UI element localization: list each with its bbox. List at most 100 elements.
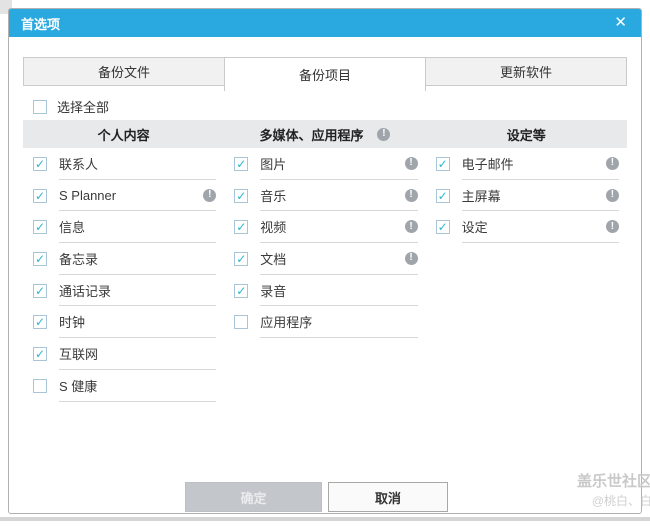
item-body: 时钟 (59, 306, 217, 339)
item-body: 信息 (59, 211, 217, 244)
list-item[interactable]: ✓ 视频! (224, 211, 425, 244)
button-row: 确定 取消 (185, 482, 448, 512)
item-checkbox[interactable]: ✓ (234, 188, 249, 203)
list-item[interactable]: ✓ 音乐! (224, 180, 425, 212)
item-label: 备忘录 (59, 251, 99, 267)
column-header-label: 多媒体、应用程序 (259, 127, 364, 143)
tab-backup-files[interactable]: 备份文件 (23, 57, 225, 86)
list-item[interactable]: ✓ 主屏幕! (426, 180, 627, 212)
list-item[interactable]: ✓ S Planner! (23, 180, 224, 212)
item-label: 设定 (461, 220, 488, 236)
watermark: 盖乐世社区 @桃白、白 (577, 471, 650, 510)
list-item[interactable]: ✓ 图片! (224, 148, 425, 180)
item-label: 电子邮件 (461, 156, 514, 172)
item-checkbox[interactable]: ✓ (234, 283, 249, 298)
select-all-checkbox[interactable] (33, 99, 47, 114)
column-header-label: 设定等 (506, 127, 546, 143)
item-label: 录音 (260, 283, 287, 299)
list-item[interactable]: 应用程序 (224, 306, 425, 339)
info-icon[interactable]: ! (404, 251, 418, 265)
item-body: 备忘录 (59, 243, 217, 275)
item-checkbox[interactable]: ✓ (33, 283, 47, 298)
item-checkbox[interactable] (234, 315, 249, 330)
info-icon[interactable]: ! (605, 156, 619, 170)
item-checkbox[interactable]: ✓ (234, 220, 249, 235)
item-label: S 健康 (59, 378, 98, 394)
item-checkbox[interactable]: ✓ (435, 188, 450, 203)
item-label: S Planner (59, 187, 117, 203)
preferences-dialog: 首选项 ✕ 备份文件 备份项目 更新软件 选择全部 个人内容 多媒体、应用程序! 设定等… (8, 8, 642, 514)
list-item[interactable]: ✓ 设定! (426, 211, 627, 244)
cancel-button[interactable]: 取消 (328, 482, 448, 512)
item-label: 通话记录 (59, 283, 112, 299)
item-label: 文档 (260, 251, 287, 267)
info-icon[interactable]: ! (605, 188, 619, 202)
item-checkbox[interactable]: ✓ (33, 220, 47, 235)
info-icon[interactable]: ! (377, 127, 391, 141)
item-checkbox[interactable]: ✓ (33, 315, 47, 330)
watermark-line2: @桃白、白 (591, 494, 650, 508)
item-label: 视频 (260, 220, 287, 236)
ok-button[interactable]: 确定 (185, 482, 322, 512)
info-icon[interactable]: ! (203, 188, 217, 202)
item-body: 应用程序 (260, 306, 418, 339)
tab-backup-items[interactable]: 备份项目 (224, 57, 426, 91)
dialog-title: 首选项 (21, 16, 61, 32)
list-item[interactable]: ✓ 录音 (224, 275, 425, 307)
item-checkbox[interactable]: ✓ (33, 188, 47, 203)
item-checkbox[interactable]: ✓ (234, 156, 249, 171)
item-label: 联系人 (59, 156, 99, 172)
item-body: 联系人 (59, 148, 217, 180)
list-item[interactable]: ✓ 时钟 (23, 306, 224, 339)
item-checkbox[interactable]: ✓ (234, 251, 249, 266)
tab-update-software[interactable]: 更新软件 (425, 57, 627, 86)
column-multimedia-apps: ✓ 图片! ✓ 音乐! ✓ 视频! ✓ 文档! ✓ 录音应用程序 (224, 148, 425, 402)
item-label: 图片 (260, 156, 287, 172)
info-icon[interactable]: ! (404, 220, 418, 234)
item-body: 电子邮件! (461, 148, 619, 180)
item-checkbox[interactable] (33, 378, 47, 393)
item-checkbox[interactable]: ✓ (33, 346, 47, 361)
column-settings-etc: ✓ 电子邮件! ✓ 主屏幕! ✓ 设定! (426, 148, 627, 402)
info-icon[interactable]: ! (404, 156, 418, 170)
item-body: S 健康 (59, 370, 217, 402)
info-icon[interactable]: ! (605, 220, 619, 234)
list-item[interactable]: ✓ 通话记录 (23, 275, 224, 307)
item-label: 时钟 (59, 315, 86, 331)
column-header-row: 个人内容 多媒体、应用程序! 设定等 (23, 120, 627, 148)
column-header-multimedia-apps: 多媒体、应用程序! (224, 120, 425, 148)
items-grid: ✓ 联系人 ✓ S Planner! ✓ 信息 ✓ 备忘录 ✓ 通话记录 ✓ 时钟 ✓ 互联网 S 健康 ✓ 图… (23, 148, 627, 402)
item-checkbox[interactable]: ✓ (435, 156, 450, 171)
list-item[interactable]: S 健康 (23, 370, 224, 402)
item-label: 应用程序 (260, 315, 313, 331)
tab-bar: 备份文件 备份项目 更新软件 (23, 57, 627, 91)
item-body: 视频! (260, 211, 418, 244)
page-background: 首选项 ✕ 备份文件 备份项目 更新软件 选择全部 个人内容 多媒体、应用程序! 设定等… (0, 0, 650, 531)
column-personal-content: ✓ 联系人 ✓ S Planner! ✓ 信息 ✓ 备忘录 ✓ 通话记录 ✓ 时钟 ✓ 互联网 S 健康 (23, 148, 224, 402)
select-all-row[interactable]: 选择全部 (33, 97, 109, 116)
column-header-settings-etc: 设定等 (426, 120, 627, 148)
item-checkbox[interactable]: ✓ (435, 220, 450, 235)
item-checkbox[interactable]: ✓ (33, 251, 47, 266)
item-body: 主屏幕! (461, 180, 619, 212)
item-body: 文档! (260, 243, 418, 275)
page-bottom-band (0, 517, 650, 521)
column-header-label: 个人内容 (97, 127, 150, 143)
list-item[interactable]: ✓ 信息 (23, 211, 224, 244)
list-item[interactable]: ✓ 联系人 (23, 148, 224, 180)
close-icon[interactable]: ✕ (614, 9, 641, 37)
column-header-personal-content: 个人内容 (23, 120, 224, 148)
list-item[interactable]: ✓ 文档! (224, 243, 425, 275)
list-item[interactable]: ✓ 备忘录 (23, 243, 224, 275)
list-item[interactable]: ✓ 互联网 (23, 338, 224, 370)
item-body: 互联网 (59, 338, 217, 370)
item-body: 通话记录 (59, 275, 217, 307)
list-item[interactable]: ✓ 电子邮件! (426, 148, 627, 180)
item-body: 图片! (260, 148, 418, 180)
select-all-label: 选择全部 (57, 100, 110, 115)
info-icon[interactable]: ! (404, 188, 418, 202)
item-label: 主屏幕 (461, 188, 501, 204)
item-label: 音乐 (260, 188, 287, 204)
dialog-titlebar: 首选项 ✕ (9, 9, 641, 37)
item-checkbox[interactable]: ✓ (33, 156, 47, 171)
